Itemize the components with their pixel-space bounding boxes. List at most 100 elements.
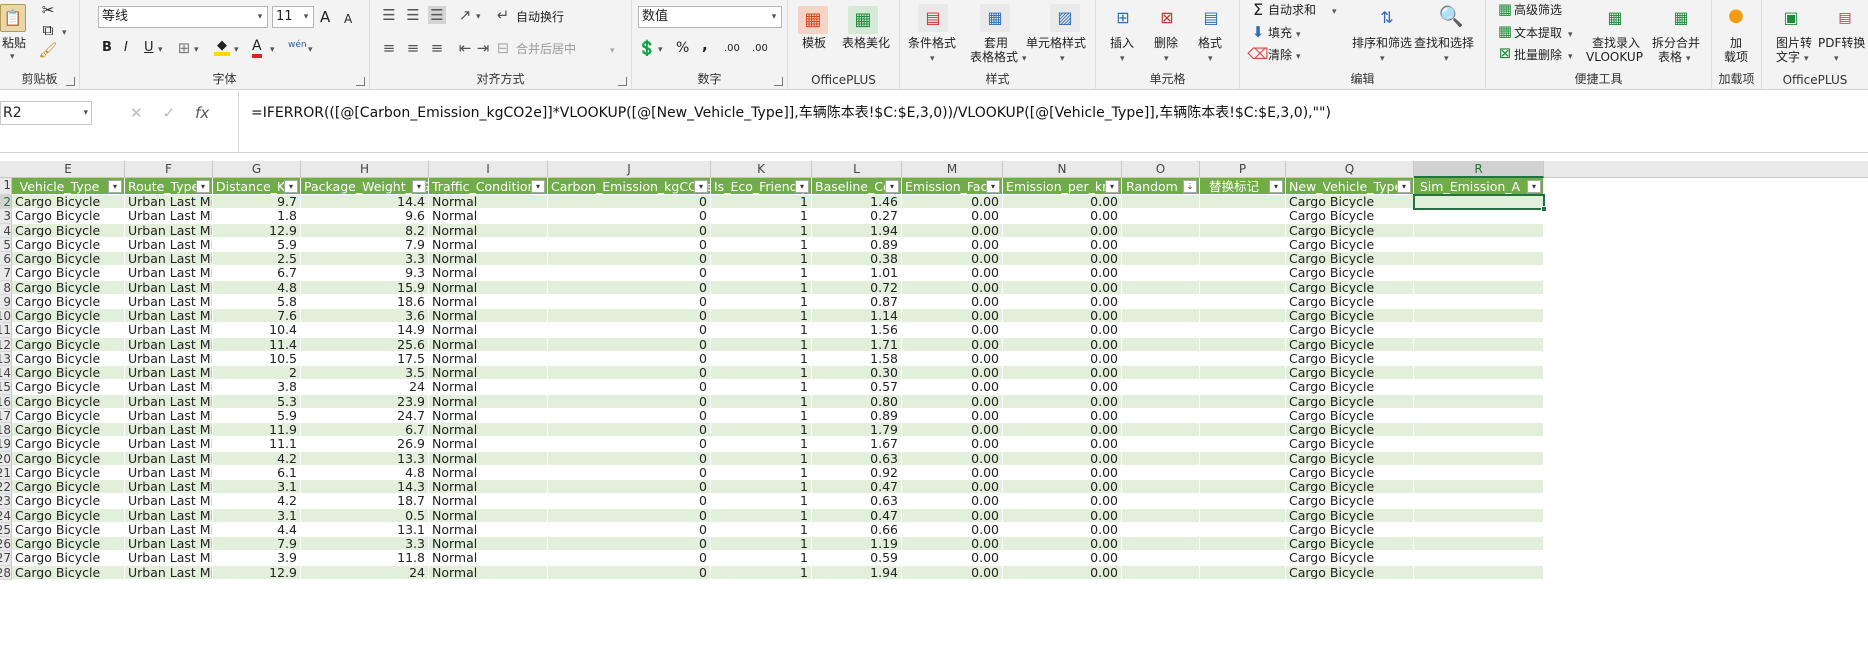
font-dialog-launcher[interactable] [356,77,365,86]
table-cell[interactable]: 0.38 [812,252,902,267]
table-cell[interactable]: 0 [548,522,711,537]
table-cell[interactable]: 0.00 [902,223,1003,238]
table-cell[interactable] [1414,423,1544,438]
table-cell[interactable]: Cargo Bicycle [12,451,125,466]
table-cell[interactable]: Cargo Bicycle [12,351,125,366]
fill-label[interactable]: 填充 [1268,26,1292,40]
table-cell[interactable]: 14.9 [301,323,429,338]
row-header[interactable]: 15 [0,380,12,395]
table-cell[interactable]: 10.5 [213,351,301,366]
table-cell[interactable]: Urban Last Mile [125,451,213,466]
table-cell[interactable]: 1 [711,565,812,580]
table-cell[interactable]: 0.30 [812,366,902,381]
table-cell[interactable] [1414,565,1544,580]
table-cell[interactable] [1200,437,1286,452]
table-cell[interactable]: 0.89 [812,237,902,252]
column-header-g[interactable]: G [213,161,301,178]
table-cell[interactable]: Cargo Bicycle [1286,323,1414,338]
table-cell[interactable] [1414,280,1544,295]
text-extract-label[interactable]: 文本提取 [1514,26,1562,40]
table-cell[interactable]: 24 [301,565,429,580]
table-cell[interactable]: 9.3 [301,266,429,281]
table-cell[interactable]: Urban Last Mile [125,195,213,210]
table-cell[interactable]: 1 [711,294,812,309]
table-cell[interactable]: Cargo Bicycle [12,323,125,338]
table-cell[interactable]: 0.00 [1003,522,1122,537]
row-header[interactable]: 4 [0,223,12,238]
table-cell[interactable]: Urban Last Mile [125,280,213,295]
table-cell[interactable]: 14.3 [301,480,429,495]
table-cell[interactable]: 0.72 [812,280,902,295]
table-cell[interactable]: Urban Last Mile [125,522,213,537]
table-cell[interactable]: 1 [711,494,812,509]
table-cell[interactable] [1414,209,1544,224]
paste-label[interactable]: 粘贴 [2,36,26,50]
table-cell[interactable]: Cargo Bicycle [1286,237,1414,252]
table-cell[interactable]: 12.9 [213,565,301,580]
table-cell[interactable]: Cargo Bicycle [1286,309,1414,324]
table-cell[interactable]: 1 [711,323,812,338]
table-cell[interactable]: 3.3 [301,537,429,552]
filter-dropdown-icon[interactable]: ▾ [1269,180,1283,193]
table-cell[interactable] [1122,309,1200,324]
row-header[interactable]: 27 [0,551,12,566]
filter-dropdown-icon[interactable]: ▾ [795,180,809,193]
row-header[interactable]: 14 [0,366,12,381]
table-cell[interactable] [1122,465,1200,480]
row-header[interactable]: 24 [0,508,12,523]
table-beautify-label[interactable]: 表格美化 [842,36,890,50]
table-cell[interactable]: Urban Last Mile [125,223,213,238]
table-cell[interactable]: 0.00 [1003,366,1122,381]
table-cell[interactable] [1122,209,1200,224]
wrap-text-icon[interactable]: ↵ [494,6,512,24]
table-cell[interactable]: 0 [548,223,711,238]
table-cell[interactable] [1200,551,1286,566]
orientation-dropdown-icon[interactable]: ▾ [476,10,481,24]
table-cell[interactable]: 5.3 [213,394,301,409]
row-header[interactable]: 8 [0,280,12,295]
table-cell[interactable] [1414,351,1544,366]
table-cell[interactable]: 9.6 [301,209,429,224]
table-cell[interactable] [1122,351,1200,366]
table-cell[interactable]: Cargo Bicycle [12,280,125,295]
table-cell[interactable]: 0.89 [812,408,902,423]
table-cell[interactable]: Urban Last Mile [125,537,213,552]
column-header-q[interactable]: Q [1286,161,1414,178]
table-cell[interactable]: 1.56 [812,323,902,338]
table-cell[interactable]: 0.00 [902,380,1003,395]
table-cell[interactable] [1200,351,1286,366]
table-cell[interactable]: 0.00 [902,537,1003,552]
table-cell[interactable]: Urban Last Mile [125,209,213,224]
table-cell[interactable]: 0.00 [902,209,1003,224]
table-cell[interactable]: Cargo Bicycle [1286,380,1414,395]
table-cell[interactable]: Cargo Bicycle [1286,223,1414,238]
table-cell[interactable]: 0 [548,537,711,552]
table-cell[interactable] [1200,294,1286,309]
paste-icon[interactable]: 📋 [0,4,26,32]
table-cell[interactable]: Cargo Bicycle [12,195,125,210]
row-header[interactable]: 25 [0,522,12,537]
table-cell[interactable] [1200,423,1286,438]
table-cell[interactable]: 0.00 [1003,480,1122,495]
table-cell[interactable] [1414,380,1544,395]
table-cell[interactable]: 0.92 [812,465,902,480]
decrease-decimal-button[interactable]: .00 [752,42,768,56]
table-cell[interactable]: Urban Last Mile [125,394,213,409]
table-cell[interactable]: 0.00 [902,394,1003,409]
table-cell[interactable]: 1 [711,508,812,523]
table-cell[interactable]: Urban Last Mile [125,480,213,495]
table-cell[interactable]: 1 [711,252,812,267]
templates-icon[interactable]: ▦ [798,6,828,34]
table-cell[interactable]: 0.00 [902,280,1003,295]
table-cell[interactable]: 0.00 [902,252,1003,267]
table-cell[interactable]: Cargo Bicycle [12,565,125,580]
table-cell[interactable]: Cargo Bicycle [1286,195,1414,210]
table-cell[interactable] [1122,366,1200,381]
pdf-dropdown-icon[interactable]: ▾ [1834,52,1839,66]
column-header-r[interactable]: R [1414,161,1544,178]
table-cell[interactable]: Urban Last Mile [125,252,213,267]
conditional-format-label[interactable]: 条件格式 [908,36,956,50]
table-cell[interactable]: 0.00 [902,408,1003,423]
column-title[interactable]: Sim_Emission_A [1414,178,1544,195]
table-cell[interactable]: 0.00 [1003,294,1122,309]
